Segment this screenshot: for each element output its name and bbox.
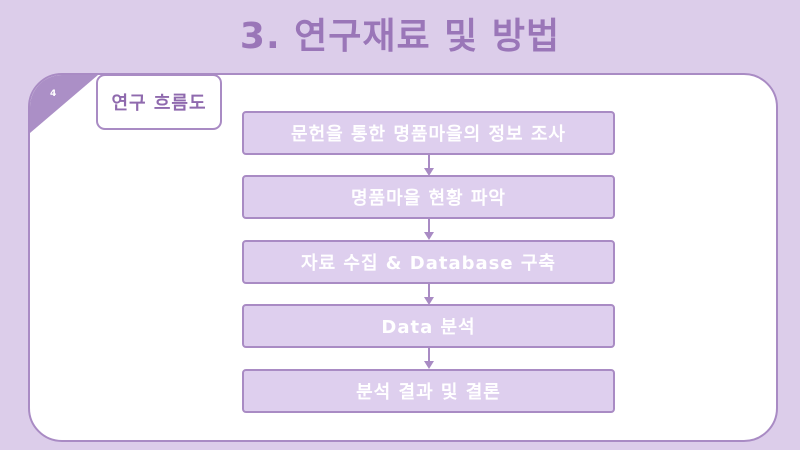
section-label: 연구 흐름도 (96, 74, 222, 130)
flow-step-3: 자료 수집 & Database 구축 (242, 240, 615, 284)
page-number: 4 (50, 89, 57, 99)
flow-step-4: Data 분석 (242, 304, 615, 348)
corner-tab (30, 75, 98, 133)
flow-step-1: 문헌을 통한 명품마을의 정보 조사 (242, 111, 615, 155)
slide-title: 3. 연구재료 및 방법 (239, 16, 561, 57)
flow-arrow-3-4 (424, 284, 434, 305)
flow-step-2: 명품마을 현황 파악 (242, 175, 615, 219)
flow-arrow-1-2 (424, 155, 434, 176)
flow-step-5: 분석 결과 및 결론 (242, 369, 615, 413)
flow-arrow-2-3 (424, 219, 434, 240)
flow-arrow-4-5 (424, 348, 434, 369)
